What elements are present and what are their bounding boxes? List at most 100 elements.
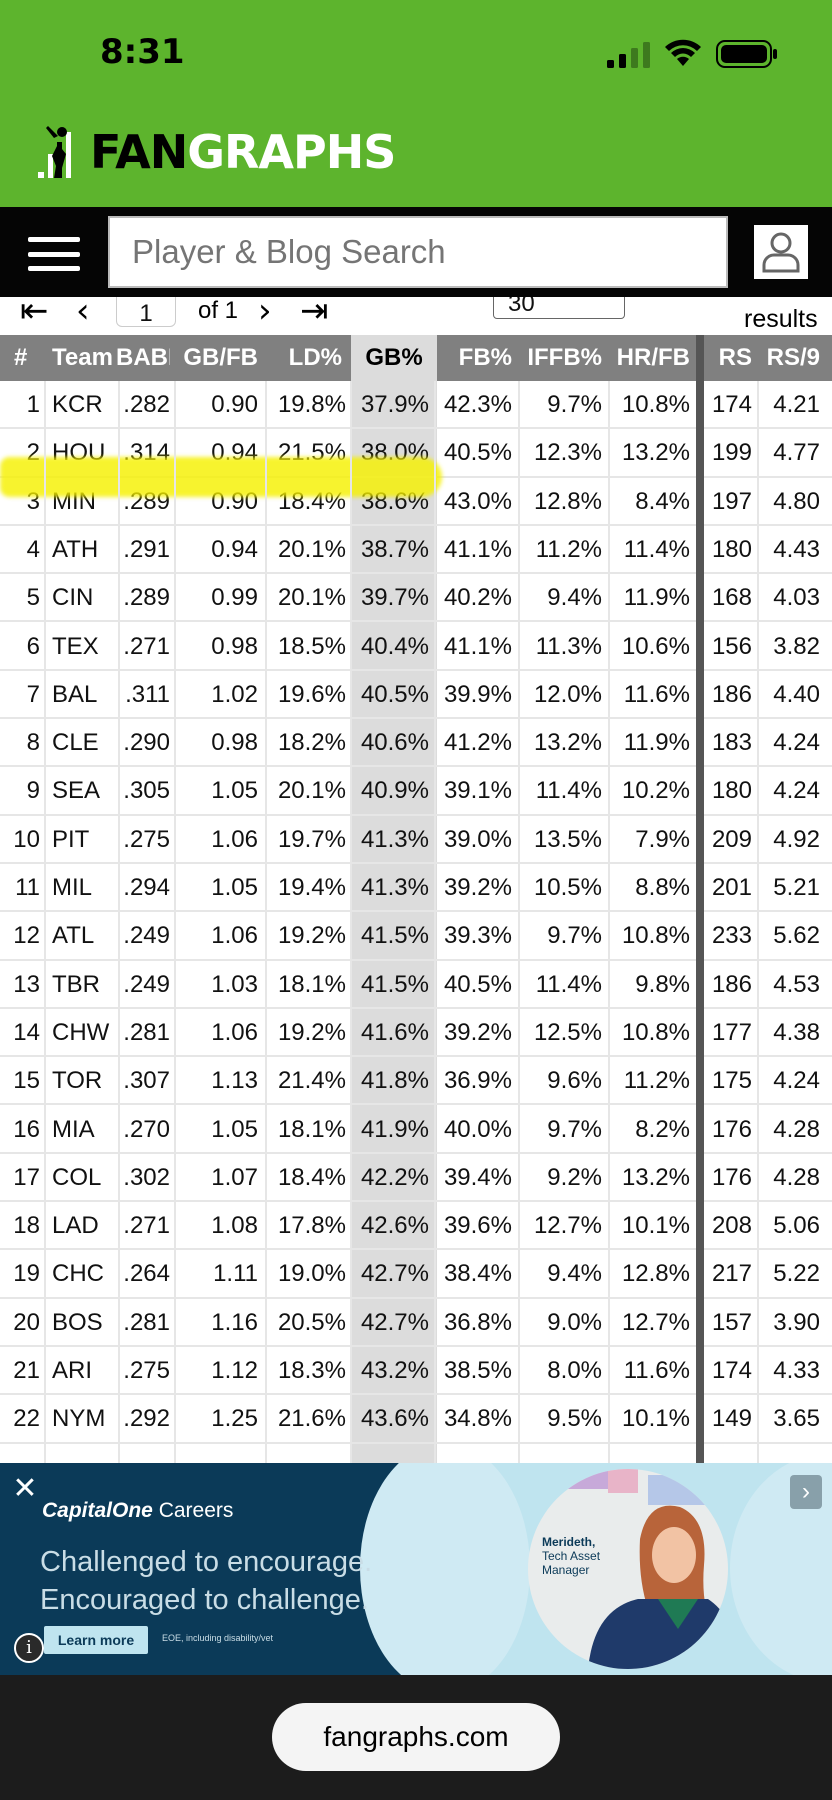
column-header[interactable]: RS [708, 335, 752, 381]
search-input[interactable] [108, 216, 728, 288]
last-page-icon[interactable]: ⇥ [300, 297, 329, 331]
wifi-icon [665, 39, 701, 66]
table-cell: 5.21 [773, 874, 820, 901]
team-link[interactable]: CHW [52, 1009, 118, 1057]
team-link[interactable]: KCR [52, 381, 118, 429]
column-header[interactable]: FB% [434, 335, 512, 381]
table-row[interactable]: 22 NYM .292 1.25 21.6% 43.6% 34.8% 9.5% 10.1% 149… [0, 1395, 832, 1444]
team-link[interactable]: CHC [52, 1250, 118, 1298]
column-header[interactable]: Team [52, 335, 116, 381]
advertisement-banner[interactable]: Merideth, Tech Asset Manager ✕ CapitalOn… [0, 1463, 832, 1675]
column-header[interactable]: GB% [351, 335, 437, 381]
table-cell: 41.9% [360, 1115, 429, 1143]
page-number-input[interactable]: 1 [116, 297, 176, 327]
table-cell: 42.7% [360, 1308, 429, 1336]
account-button[interactable] [754, 225, 808, 279]
team-link[interactable]: MIA [52, 1106, 118, 1154]
table-row[interactable]: 19 CHC .264 1.11 19.0% 42.7% 38.4% 9.4% 12.8% 217… [0, 1250, 832, 1299]
table-row[interactable]: 12 ATL .249 1.06 19.2% 41.5% 39.3% 9.7% 10.8% 233… [0, 912, 832, 961]
table-cell: 39.7% [360, 584, 429, 612]
team-link[interactable]: NYM [52, 1395, 118, 1443]
table-cell: 4.77 [773, 439, 820, 467]
table-cell: .292 [123, 1405, 170, 1433]
column-header[interactable]: BABIP [116, 335, 170, 381]
team-link[interactable]: COL [52, 1154, 118, 1202]
column-header[interactable]: IFFB% [520, 335, 602, 381]
team-link[interactable]: CIN [52, 574, 118, 622]
team-link[interactable]: BAL [52, 671, 118, 719]
table-row[interactable]: 8 CLE .290 0.98 18.2% 40.6% 41.2% 13.2% 11.9% 183… [0, 719, 832, 768]
table-cell: 13.2% [621, 1163, 690, 1191]
table-cell: 1.05 [211, 874, 258, 901]
table-row[interactable]: 6 TEX .271 0.98 18.5% 40.4% 41.1% 11.3% 10.6% 156… [0, 623, 832, 671]
table-row[interactable]: 20 BOS .281 1.16 20.5% 42.7% 36.8% 9.0% 12.7% 157… [0, 1299, 832, 1347]
user-icon [762, 232, 800, 273]
table-row[interactable]: 7 BAL .311 1.02 19.6% 40.5% 39.9% 12.0% 11.6% 186… [0, 671, 832, 720]
table-cell: 1.06 [211, 1018, 258, 1046]
table-cell: 12.7% [621, 1308, 690, 1336]
first-page-icon[interactable]: ⇤ [20, 297, 49, 331]
table-cell: 17 [13, 1163, 40, 1191]
table-cell: 3.65 [773, 1405, 820, 1433]
table-cell: 9.4% [547, 1260, 602, 1288]
team-link[interactable]: BOS [52, 1299, 118, 1347]
table-row[interactable]: 21 ARI .275 1.12 18.3% 43.2% 38.5% 8.0% 11.6% 174… [0, 1347, 832, 1396]
table-cell: 12.5% [533, 1018, 602, 1046]
team-link[interactable]: CLE [52, 719, 118, 767]
table-cell: 41.2% [443, 729, 512, 757]
table-cell: 1.07 [211, 1163, 258, 1191]
team-link[interactable]: TBR [52, 961, 118, 1009]
table-row[interactable]: 15 TOR .307 1.13 21.4% 41.8% 36.9% 9.6% 11.2% 175… [0, 1057, 832, 1106]
table-row[interactable]: 4 ATH .291 0.94 20.1% 38.7% 41.1% 11.2% 11.4% 180… [0, 526, 832, 575]
team-link[interactable]: TOR [52, 1057, 118, 1105]
team-link[interactable]: PIT [52, 816, 118, 864]
url-display[interactable]: fangraphs.com [272, 1703, 560, 1771]
table-cell: 18.2% [277, 729, 346, 757]
table-row[interactable]: 11 MIL .294 1.05 19.4% 41.3% 39.2% 10.5% 8.8% 201… [0, 864, 832, 913]
table-row[interactable]: 9 SEA .305 1.05 20.1% 40.9% 39.1% 11.4% 10.2% 180… [0, 767, 832, 816]
table-row[interactable]: 1 KCR .282 0.90 19.8% 37.9% 42.3% 9.7% 10.8% 174 4… [0, 381, 832, 430]
table-row[interactable]: 17 COL .302 1.07 18.4% 42.2% 39.4% 9.2% 13.2% 176… [0, 1154, 832, 1203]
team-link[interactable]: ATL [52, 912, 118, 960]
table-cell: 1.02 [211, 680, 258, 708]
table-cell: 19.2% [277, 1018, 346, 1046]
column-header[interactable]: HR/FB [606, 335, 690, 381]
previous-page-icon[interactable]: ‹ [76, 297, 90, 331]
team-link[interactable]: ATH [52, 526, 118, 574]
ad-next-icon[interactable]: › [790, 1475, 822, 1509]
team-link[interactable]: TEX [52, 623, 118, 671]
table-cell: 176 [711, 1163, 752, 1191]
team-link[interactable]: MIL [52, 864, 118, 912]
fangraphs-logo[interactable]: FANGRAPHS [36, 124, 396, 180]
next-page-icon[interactable]: › [258, 297, 272, 331]
page-size-select[interactable]: 30 [493, 297, 625, 319]
ad-info-icon[interactable]: i [14, 1633, 44, 1663]
table-row[interactable]: 13 TBR .249 1.03 18.1% 41.5% 40.5% 11.4% 9.8% 186… [0, 961, 832, 1009]
table-cell: 175 [711, 1067, 752, 1095]
table-cell: 13 [13, 970, 40, 998]
table-cell: 4.21 [773, 391, 820, 418]
ad-close-icon[interactable]: ✕ [8, 1473, 42, 1507]
table-row[interactable]: 10 PIT .275 1.06 19.7% 41.3% 39.0% 13.5% 7.9% 209… [0, 816, 832, 864]
table-cell: 18.1% [277, 970, 346, 998]
table-cell: 12.8% [621, 1260, 690, 1288]
table-cell: 22 [13, 1405, 40, 1433]
ad-learn-more-button[interactable]: Learn more [44, 1626, 148, 1654]
table-row[interactable]: 14 CHW .281 1.06 19.2% 41.6% 39.2% 12.5% 10.8% 17… [0, 1009, 832, 1058]
team-link[interactable]: SEA [52, 767, 118, 815]
column-header[interactable]: RS/9 [756, 335, 820, 381]
team-link[interactable]: LAD [52, 1202, 118, 1250]
table-cell: 41.3% [360, 874, 429, 901]
column-header[interactable]: GB/FB [172, 335, 258, 381]
team-link[interactable]: ARI [52, 1347, 118, 1395]
table-cell: 43.0% [443, 487, 512, 515]
table-row[interactable]: 5 CIN .289 0.99 20.1% 39.7% 40.2% 9.4% 11.9% 168 4… [0, 574, 832, 623]
hamburger-menu-icon[interactable] [28, 237, 80, 271]
table-row[interactable]: 18 LAD .271 1.08 17.8% 42.6% 39.6% 12.7% 10.1% 20… [0, 1202, 832, 1251]
column-header[interactable]: LD% [262, 335, 342, 381]
column-header[interactable]: # [14, 335, 38, 381]
table-row[interactable]: 16 MIA .270 1.05 18.1% 41.9% 40.0% 9.7% 8.2% 176 4… [0, 1106, 832, 1154]
table-cell: 174 [711, 1357, 752, 1384]
table-cell: 19.0% [277, 1260, 346, 1288]
table-cell: .249 [123, 922, 170, 950]
